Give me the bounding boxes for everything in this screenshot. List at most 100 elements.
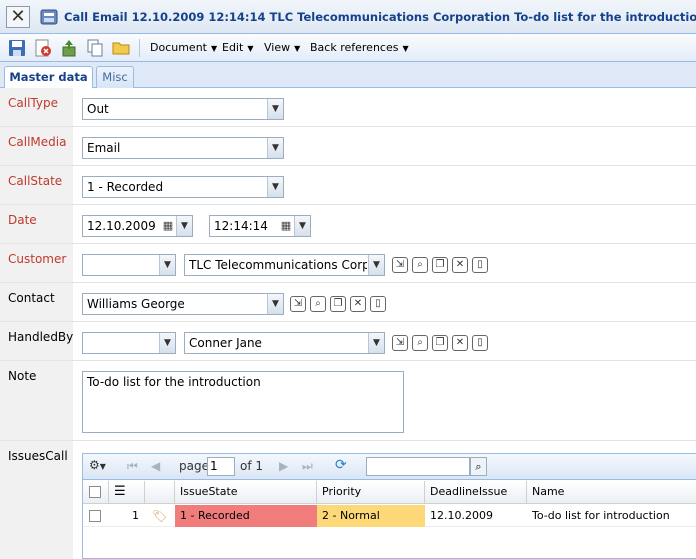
close-icon[interactable]: ✕ <box>6 6 30 28</box>
chevron-down-icon[interactable]: ▼ <box>159 255 175 275</box>
menu-document[interactable]: Document ▼ <box>150 41 217 54</box>
table-row[interactable]: 1 🏷 1 - Recorded 2 - Normal 12.10.2009 T… <box>83 505 696 527</box>
folder-icon[interactable] <box>112 39 130 57</box>
copy-icon[interactable]: ❐ <box>432 257 448 273</box>
new-document-icon[interactable]: ▯ <box>370 296 386 312</box>
time-field[interactable]: 12:14:14 ▦ ▼ <box>209 215 311 237</box>
chevron-down-icon[interactable]: ▼ <box>267 99 283 119</box>
tab-bar: Master data Misc <box>0 62 696 89</box>
chevron-down-icon[interactable]: ▼ <box>176 216 192 236</box>
delete-icon[interactable] <box>34 39 52 57</box>
col-issuestate[interactable]: IssueState <box>175 481 317 504</box>
last-page-icon[interactable]: ⏭ <box>302 459 313 474</box>
chevron-down-icon[interactable]: ▼ <box>368 255 384 275</box>
window-title: Call Email 12.10.2009 12:14:14 TLC Telec… <box>64 10 696 24</box>
date-field[interactable]: 12.10.2009 ▦ ▼ <box>82 215 193 237</box>
chevron-down-icon[interactable]: ▼ <box>267 138 283 158</box>
page-count: of 1 <box>240 459 264 473</box>
clear-icon[interactable]: ✕ <box>452 257 468 273</box>
copy-icon[interactable]: ❐ <box>432 335 448 351</box>
select-all-checkbox[interactable] <box>89 486 101 498</box>
callstate-select[interactable]: 1 - Recorded ▼ <box>82 176 284 198</box>
menu-view[interactable]: View ▼ <box>264 41 300 54</box>
clear-icon[interactable]: ✕ <box>350 296 366 312</box>
new-document-icon[interactable]: ▯ <box>472 335 488 351</box>
priority-cell: 2 - Normal <box>317 505 425 527</box>
save-icon[interactable] <box>8 39 26 57</box>
grid-paging-toolbar: ⚙▼ ⏮ ◀ page 1 of 1 ▶ ⏭ ⟳ ⌕ <box>83 454 696 480</box>
grid-search-input[interactable] <box>366 457 470 476</box>
open-record-icon[interactable]: ⇲ <box>290 296 306 312</box>
search-icon[interactable]: ⌕ <box>470 457 487 476</box>
search-icon[interactable]: ⌕ <box>412 335 428 351</box>
calendar-icon[interactable]: ▦ <box>160 217 176 235</box>
row-handledby: HandledBy ▼ Conner Jane ▼ ⇲ ⌕ ❐ ✕ ▯ <box>0 322 696 361</box>
prev-page-icon[interactable]: ◀ <box>151 459 160 473</box>
contact-label: Contact <box>8 291 55 305</box>
menu-back-references[interactable]: Back references ▼ <box>310 41 409 54</box>
grid-header: ☰ IssueState Priority DeadlineIssue Name <box>83 481 696 504</box>
select-all-cell <box>83 481 109 504</box>
chevron-down-icon[interactable]: ▼ <box>267 177 283 197</box>
toolbar-separator <box>139 39 140 57</box>
next-page-icon[interactable]: ▶ <box>279 459 288 473</box>
page-label: page <box>179 459 209 473</box>
calltype-select[interactable]: Out ▼ <box>82 98 284 120</box>
chevron-down-icon[interactable]: ▼ <box>267 294 283 314</box>
callmedia-label: CallMedia <box>8 135 67 149</box>
handledby-code-select[interactable]: ▼ <box>82 332 176 354</box>
row-checkbox[interactable] <box>89 510 101 522</box>
open-record-icon[interactable]: ⇲ <box>392 335 408 351</box>
row-customer: Customer ▼ TLC Telecommunications Corpor… <box>0 244 696 283</box>
issues-grid: ⚙▼ ⏮ ◀ page 1 of 1 ▶ ⏭ ⟳ ⌕ ☰ IssueState … <box>82 453 696 559</box>
col-name[interactable]: Name <box>527 481 696 504</box>
calltype-label: CallType <box>8 96 58 110</box>
callmedia-select[interactable]: Email ▼ <box>82 137 284 159</box>
row-calltype: CallType Out ▼ <box>0 88 696 127</box>
page-number-input[interactable]: 1 <box>207 457 235 476</box>
chevron-down-icon[interactable]: ▼ <box>294 216 310 236</box>
customer-name-select[interactable]: TLC Telecommunications Corpor ▼ <box>184 254 385 276</box>
customer-label: Customer <box>8 252 67 266</box>
row-number-icon: ☰ <box>109 481 145 504</box>
col-deadlineissue[interactable]: DeadlineIssue <box>425 481 527 504</box>
export-icon[interactable] <box>60 39 78 57</box>
tag-column-header <box>145 481 175 504</box>
callstate-label: CallState <box>8 174 63 188</box>
row-contact: Contact Williams George ▼ ⇲ ⌕ ❐ ✕ ▯ <box>0 283 696 322</box>
clear-icon[interactable]: ✕ <box>452 335 468 351</box>
open-record-icon[interactable]: ⇲ <box>392 257 408 273</box>
issuestate-cell: 1 - Recorded <box>175 505 317 527</box>
refresh-icon[interactable]: ⟳ <box>335 457 347 473</box>
clock-icon[interactable]: ▦ <box>278 217 294 235</box>
contact-select[interactable]: Williams George ▼ <box>82 293 284 315</box>
copy-icon[interactable] <box>86 39 104 57</box>
chevron-down-icon[interactable]: ▼ <box>159 333 175 353</box>
search-icon[interactable]: ⌕ <box>412 257 428 273</box>
row-date: Date 12.10.2009 ▦ ▼ 12:14:14 ▦ ▼ <box>0 205 696 244</box>
window-titlebar: ✕ Call Email 12.10.2009 12:14:14 TLC Tel… <box>0 0 696 34</box>
name-cell: To-do list for introduction <box>532 509 670 522</box>
tab-master-data[interactable]: Master data <box>4 66 93 89</box>
row-note: Note To-do list for the introduction <box>0 361 696 441</box>
chevron-down-icon[interactable]: ▼ <box>368 333 384 353</box>
tag-icon: 🏷 <box>152 509 168 523</box>
handledby-name-select[interactable]: Conner Jane ▼ <box>184 332 385 354</box>
phone-icon <box>40 9 58 25</box>
copy-icon[interactable]: ❐ <box>330 296 346 312</box>
search-icon[interactable]: ⌕ <box>310 296 326 312</box>
row-callstate: CallState 1 - Recorded ▼ <box>0 166 696 205</box>
gear-icon[interactable]: ⚙▼ <box>89 458 106 472</box>
toolbar: Document ▼ Edit ▼ View ▼ Back references ▼ <box>0 34 696 62</box>
menu-edit[interactable]: Edit ▼ <box>222 41 253 54</box>
customer-code-select[interactable]: ▼ <box>82 254 176 276</box>
form: CallType Out ▼ CallMedia Email ▼ CallSta… <box>0 88 696 559</box>
tab-misc[interactable]: Misc <box>96 66 134 88</box>
note-textarea[interactable]: To-do list for the introduction <box>82 371 404 433</box>
handledby-label: HandledBy <box>8 330 74 344</box>
first-page-icon[interactable]: ⏮ <box>127 459 138 474</box>
new-document-icon[interactable]: ▯ <box>472 257 488 273</box>
col-priority[interactable]: Priority <box>317 481 425 504</box>
note-label: Note <box>8 369 37 383</box>
row-callmedia: CallMedia Email ▼ <box>0 127 696 166</box>
